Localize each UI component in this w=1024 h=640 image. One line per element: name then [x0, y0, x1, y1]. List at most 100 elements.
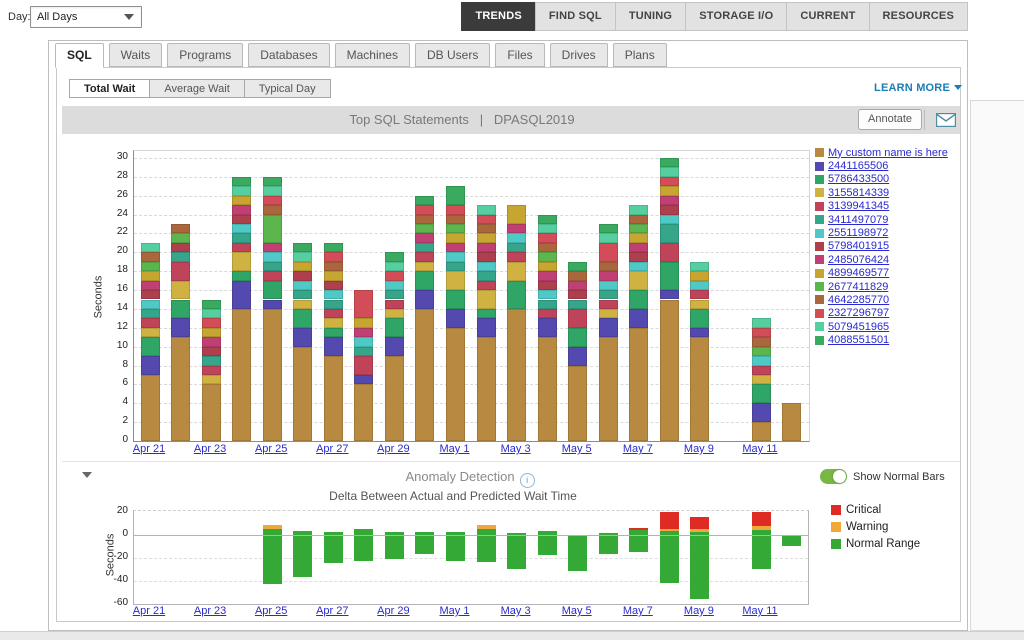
bar-segment[interactable]	[141, 318, 160, 327]
bar-segment[interactable]	[507, 252, 526, 261]
bar-segment[interactable]	[446, 262, 465, 271]
bar-segment[interactable]	[752, 366, 771, 375]
bar-segment[interactable]	[141, 375, 160, 441]
bar-segment[interactable]	[782, 403, 801, 441]
anomaly-bar-normal[interactable]	[660, 531, 679, 583]
bar-segment[interactable]	[660, 243, 679, 262]
subtab-total-wait[interactable]: Total Wait	[69, 79, 150, 98]
bar-segment[interactable]	[415, 262, 434, 271]
bar-segment[interactable]	[171, 281, 190, 300]
bar-segment[interactable]	[538, 243, 557, 252]
tab-drives[interactable]: Drives	[550, 43, 608, 67]
nav-item-storage-i-o[interactable]: STORAGE I/O	[685, 2, 787, 31]
legend-link[interactable]: 2677411829	[828, 281, 888, 293]
bar-segment[interactable]	[446, 186, 465, 205]
x-axis-date-link[interactable]: May 1	[430, 605, 480, 617]
tab-machines[interactable]: Machines	[335, 43, 410, 67]
bar-segment[interactable]	[660, 300, 679, 441]
bar-segment[interactable]	[446, 252, 465, 261]
bar-segment[interactable]	[202, 300, 221, 309]
bar-segment[interactable]	[141, 252, 160, 261]
bar-segment[interactable]	[263, 186, 282, 195]
bar-segment[interactable]	[385, 337, 404, 356]
bar-segment[interactable]	[324, 252, 343, 261]
bar-segment[interactable]	[354, 290, 373, 318]
bar-segment[interactable]	[660, 205, 679, 214]
x-axis-date-link[interactable]: May 11	[735, 605, 785, 617]
bar-segment[interactable]	[477, 243, 496, 252]
bar-segment[interactable]	[293, 271, 312, 280]
x-axis-date-link[interactable]: May 9	[674, 605, 724, 617]
bar-segment[interactable]	[354, 356, 373, 375]
x-axis-date-link[interactable]: Apr 27	[307, 443, 357, 455]
legend-link[interactable]: 2441165506	[828, 160, 888, 172]
bar-segment[interactable]	[690, 281, 709, 290]
bar-segment[interactable]	[690, 290, 709, 299]
bar-segment[interactable]	[752, 384, 771, 403]
bar-segment[interactable]	[538, 224, 557, 233]
bar-segment[interactable]	[752, 318, 771, 327]
bar-segment[interactable]	[599, 224, 618, 233]
subtab-typical-day[interactable]: Typical Day	[244, 79, 331, 98]
bar-segment[interactable]	[629, 224, 648, 233]
bar-segment[interactable]	[324, 300, 343, 309]
bar-segment[interactable]	[660, 224, 679, 243]
anomaly-bar-normal[interactable]	[263, 529, 282, 584]
bar-segment[interactable]	[660, 186, 679, 195]
bar-segment[interactable]	[232, 252, 251, 271]
bar-segment[interactable]	[385, 252, 404, 261]
bar-segment[interactable]	[324, 271, 343, 280]
bar-segment[interactable]	[171, 318, 190, 337]
bar-segment[interactable]	[660, 177, 679, 186]
nav-item-tuning[interactable]: TUNING	[615, 2, 686, 31]
anomaly-bar-normal[interactable]	[752, 530, 771, 569]
bar-segment[interactable]	[599, 290, 618, 299]
bar-segment[interactable]	[415, 224, 434, 233]
anomaly-bar-normal[interactable]	[568, 535, 587, 572]
bar-segment[interactable]	[141, 271, 160, 280]
bar-segment[interactable]	[324, 243, 343, 252]
bar-segment[interactable]	[385, 262, 404, 271]
bar-segment[interactable]	[324, 262, 343, 271]
bar-segment[interactable]	[202, 337, 221, 346]
nav-item-find-sql[interactable]: FIND SQL	[535, 2, 616, 31]
legend-link[interactable]: 4088551501	[828, 334, 889, 346]
x-axis-date-link[interactable]: May 3	[491, 605, 541, 617]
nav-item-trends[interactable]: TRENDS	[461, 2, 535, 31]
collapse-caret-icon[interactable]	[82, 472, 92, 478]
tab-databases[interactable]: Databases	[248, 43, 329, 67]
bar-segment[interactable]	[599, 337, 618, 441]
bar-segment[interactable]	[232, 243, 251, 252]
bar-segment[interactable]	[354, 328, 373, 337]
legend-link[interactable]: 2551198972	[828, 227, 888, 239]
bar-segment[interactable]	[232, 215, 251, 224]
bar-segment[interactable]	[202, 384, 221, 441]
bar-segment[interactable]	[477, 309, 496, 318]
bar-segment[interactable]	[629, 233, 648, 242]
anomaly-bar-normal[interactable]	[690, 532, 709, 599]
anomaly-bar-normal[interactable]	[629, 530, 648, 552]
x-axis-date-link[interactable]: Apr 21	[124, 605, 174, 617]
bar-segment[interactable]	[568, 347, 587, 366]
bar-segment[interactable]	[293, 347, 312, 441]
bar-segment[interactable]	[385, 271, 404, 280]
tab-waits[interactable]: Waits	[109, 43, 163, 67]
bar-segment[interactable]	[232, 186, 251, 195]
bar-segment[interactable]	[385, 281, 404, 290]
bar-segment[interactable]	[477, 318, 496, 337]
anomaly-bar-normal[interactable]	[782, 535, 801, 547]
bar-segment[interactable]	[263, 309, 282, 441]
bar-segment[interactable]	[324, 356, 343, 441]
bar-segment[interactable]	[293, 290, 312, 299]
bar-segment[interactable]	[293, 300, 312, 309]
bar-segment[interactable]	[324, 337, 343, 356]
bar-segment[interactable]	[599, 309, 618, 318]
bar-segment[interactable]	[538, 290, 557, 299]
bar-segment[interactable]	[477, 262, 496, 271]
bar-segment[interactable]	[568, 290, 587, 299]
bar-segment[interactable]	[599, 271, 618, 280]
bar-segment[interactable]	[202, 347, 221, 356]
bar-segment[interactable]	[232, 309, 251, 441]
bar-segment[interactable]	[752, 328, 771, 337]
bar-segment[interactable]	[568, 328, 587, 347]
